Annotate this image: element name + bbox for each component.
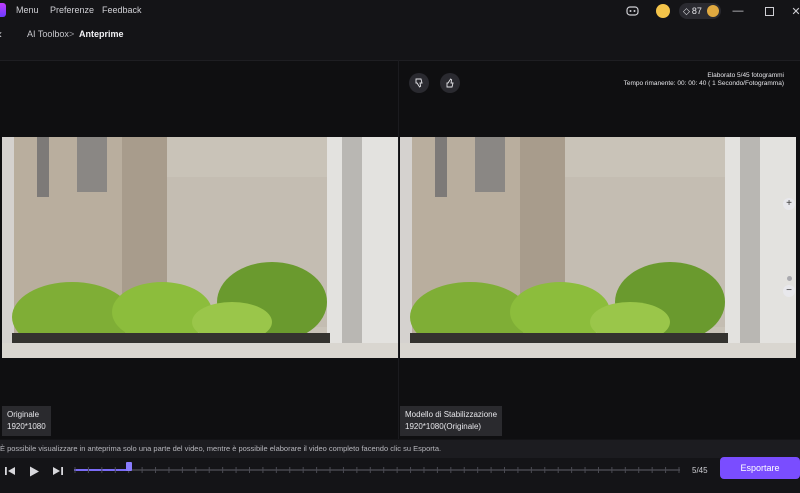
menu-feedback[interactable]: Feedback <box>102 5 142 15</box>
original-title: Originale <box>7 410 40 419</box>
minimize-button[interactable]: — <box>730 3 746 19</box>
stabilized-resolution: 1920*1080(Originale) <box>405 422 482 431</box>
breadcrumb-separator: > <box>69 29 75 39</box>
processing-status: Elaborato 5/45 fotogrammi Tempo rimanent… <box>624 72 784 88</box>
thumbs-down-icon[interactable] <box>409 73 429 93</box>
thumbs-up-icon[interactable] <box>440 73 460 93</box>
export-button[interactable]: Esportare <box>720 457 800 479</box>
premium-badge-icon <box>707 5 719 17</box>
frame-counter: 5/45 <box>692 466 708 475</box>
previous-frame-icon[interactable] <box>3 464 17 478</box>
compare-divider[interactable] <box>398 60 399 439</box>
stabilized-video-frame <box>400 137 796 358</box>
breadcrumb-parent[interactable]: AI Toolbox <box>27 29 69 39</box>
timeline-ticks <box>74 467 680 473</box>
menu-preferences[interactable]: Preferenze <box>50 5 94 15</box>
diamond-icon: ◇ <box>683 5 690 16</box>
credits-count: 87 <box>691 6 702 16</box>
window-scene-image <box>400 137 796 358</box>
original-video-frame <box>2 137 398 358</box>
close-button[interactable]: ✕ <box>788 3 800 19</box>
processed-frames: Elaborato 5/45 fotogrammi <box>707 72 784 79</box>
app-logo-icon <box>0 3 6 17</box>
play-icon[interactable] <box>27 464 41 478</box>
info-bar: È possibile visualizzare in anteprima so… <box>0 440 800 458</box>
zoom-slider-handle[interactable] <box>787 276 792 281</box>
original-resolution: 1920*1080 <box>7 422 46 431</box>
time-remaining: Tempo rimanente: 00: 00: 40 ( 1 Secondo/… <box>623 80 784 87</box>
menu-menu[interactable]: Menu <box>16 5 39 15</box>
player-controls <box>0 458 800 493</box>
arrow-left-icon[interactable]: ‹ <box>0 27 2 41</box>
info-text: È possibile visualizzare in anteprima so… <box>0 444 442 453</box>
next-frame-icon[interactable] <box>50 464 64 478</box>
original-label: Originale 1920*1080 <box>2 406 51 436</box>
breadcrumb-current: Anteprime <box>79 29 124 39</box>
coin-icon[interactable] <box>656 4 670 18</box>
title-bar: Menu Preferenze Feedback ◇ 87 — ✕ <box>0 0 800 22</box>
discord-icon[interactable] <box>625 4 639 18</box>
stabilized-title: Modello di Stabilizzazione <box>405 410 498 419</box>
app-window: Menu Preferenze Feedback ◇ 87 — ✕ ‹ AI T… <box>0 0 800 493</box>
credits-pill[interactable]: ◇ 87 <box>679 3 721 19</box>
zoom-in-button[interactable]: + <box>783 198 795 210</box>
timeline-handle[interactable] <box>125 462 132 471</box>
zoom-out-button[interactable]: − <box>783 285 795 297</box>
breadcrumb: ‹ AI Toolbox > Anteprime <box>0 24 800 46</box>
maximize-button[interactable] <box>761 3 777 19</box>
stabilized-label: Modello di Stabilizzazione 1920*1080(Ori… <box>400 406 503 436</box>
window-scene-image <box>2 137 398 358</box>
